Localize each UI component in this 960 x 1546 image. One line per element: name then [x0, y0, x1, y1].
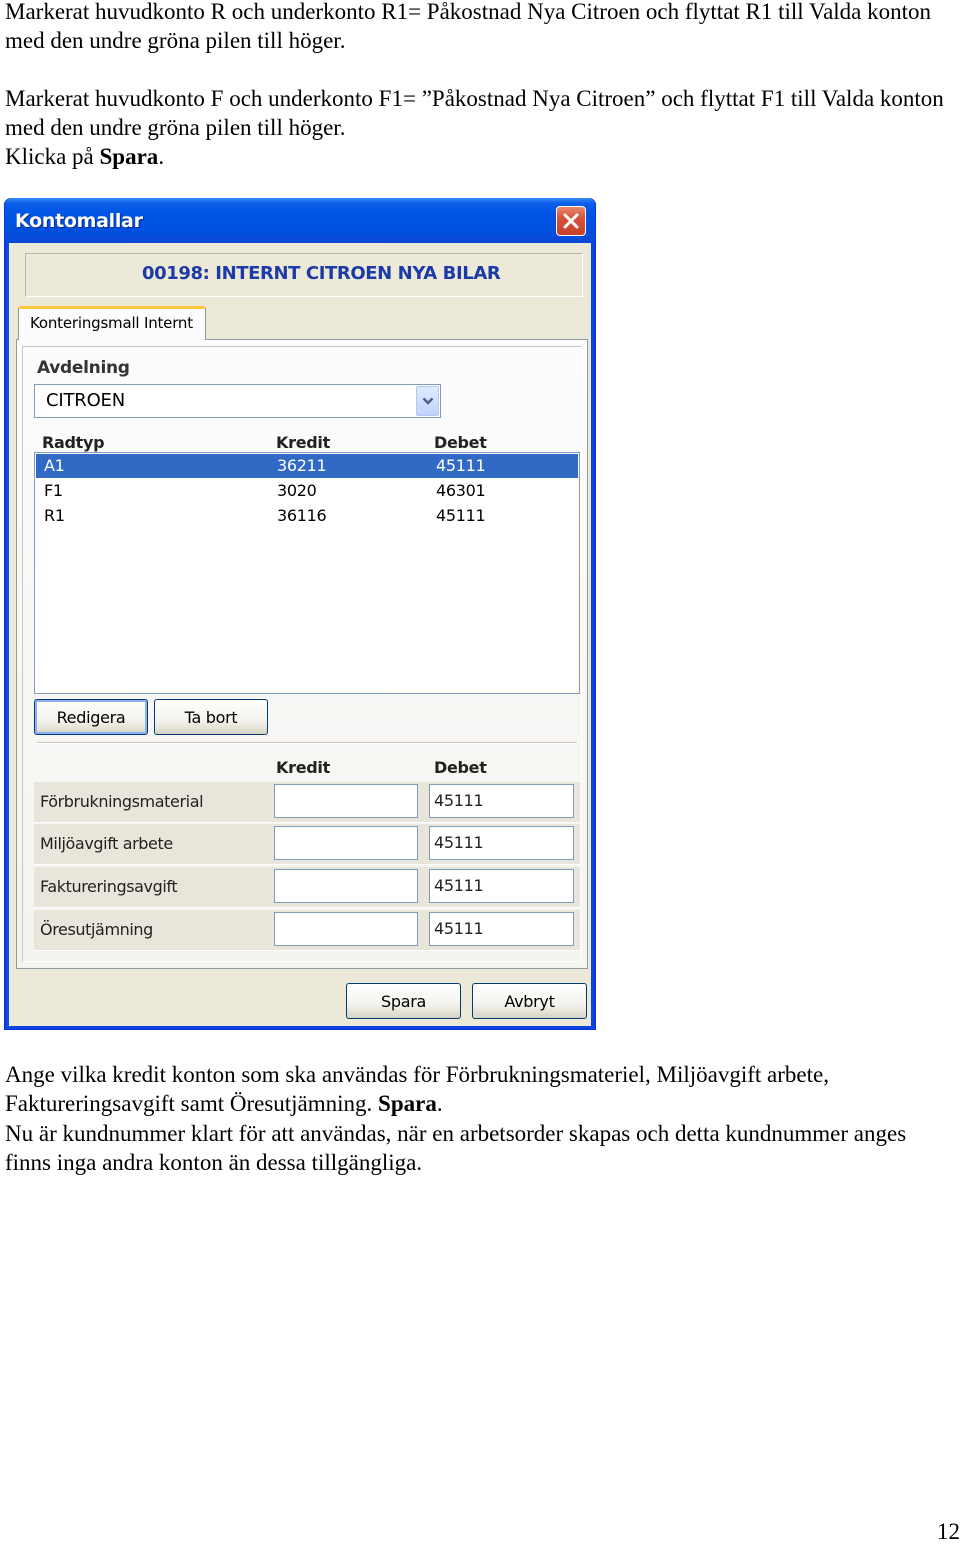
- spara-button[interactable]: Spara: [346, 983, 461, 1019]
- close-button[interactable]: [556, 206, 586, 236]
- debet-field[interactable]: 45111: [429, 784, 574, 818]
- account-row-forbrukningsmaterial: Förbrukningsmaterial 45111: [34, 782, 580, 823]
- row-debet: 45111: [436, 506, 486, 525]
- account-row-faktureringsavgift: Faktureringsavgift 45111: [34, 867, 580, 908]
- debet-field[interactable]: 45111: [429, 869, 574, 903]
- row-debet: 45111: [436, 456, 486, 475]
- account-row-miljoavgift: Miljöavgift arbete 45111: [34, 824, 580, 865]
- para4-suffix: .: [436, 1091, 443, 1116]
- row-radtyp: F1: [44, 481, 63, 500]
- ta-bort-button[interactable]: Ta bort: [154, 699, 268, 735]
- dropdown-button[interactable]: [416, 386, 439, 416]
- para3-suffix: .: [158, 144, 165, 169]
- account-label: Öresutjämning: [40, 920, 153, 939]
- row-debet: 46301: [436, 481, 486, 500]
- kredit-field[interactable]: [274, 784, 418, 818]
- debet-field[interactable]: 45111: [429, 826, 574, 860]
- account-row-oresutjamning: Öresutjämning 45111: [34, 910, 580, 951]
- kredit-field[interactable]: [274, 912, 418, 946]
- avbryt-button[interactable]: Avbryt: [472, 983, 587, 1019]
- col-header-kredit[interactable]: Kredit: [276, 433, 330, 452]
- row-radtyp: A1: [44, 456, 65, 475]
- dialog-client-area: 00198: INTERNT CITROEN NYA BILAR Konteri…: [9, 243, 591, 1026]
- section-divider: [37, 742, 577, 744]
- row-kredit: 36116: [277, 506, 327, 525]
- instruction-paragraph-2: Markerat huvudkonto F och underkonto F1=…: [5, 86, 944, 140]
- tab-panel: Avdelning CITROEN Radtyp Kredit Debet A1: [16, 339, 588, 969]
- account-label: Förbrukningsmaterial: [40, 792, 204, 811]
- para4-bold: Spara: [378, 1091, 437, 1116]
- kredit-field[interactable]: [274, 826, 418, 860]
- account-label: Miljöavgift arbete: [40, 834, 173, 853]
- acc-header-debet: Debet: [434, 758, 487, 777]
- avdelning-select[interactable]: CITROEN: [34, 384, 441, 418]
- close-icon: [563, 213, 579, 229]
- customer-header: 00198: INTERNT CITROEN NYA BILAR: [142, 263, 501, 284]
- dialog-button-bar: Spara Avbryt: [9, 981, 591, 1026]
- instruction-paragraph-5: Nu är kundnummer klart för att användas,…: [5, 1121, 907, 1175]
- redigera-button[interactable]: Redigera: [34, 699, 148, 735]
- para3-bold: Spara: [99, 144, 159, 169]
- instruction-paragraph-1: Markerat huvudkonto R och underkonto R1=…: [5, 0, 932, 53]
- kontomallar-dialog: Kontomallar 00198: INTERNT CITROEN NYA B…: [4, 198, 596, 1030]
- panel-group: Avdelning CITROEN Radtyp Kredit Debet A1: [22, 346, 582, 962]
- account-template-list[interactable]: A1 36211 45111 F1 3020 46301 R1 36116 45…: [34, 452, 580, 694]
- acc-header-kredit: Kredit: [276, 758, 330, 777]
- dialog-title-bar[interactable]: Kontomallar: [5, 198, 595, 243]
- avdelning-label: Avdelning: [37, 358, 130, 378]
- instruction-paragraph-4: Ange vilka kredit konton som ska använda…: [5, 1060, 955, 1118]
- list-row[interactable]: F1 3020 46301: [36, 479, 578, 503]
- para3-prefix: Klicka på: [5, 144, 100, 169]
- col-header-debet[interactable]: Debet: [434, 433, 487, 452]
- dialog-title: Kontomallar: [15, 210, 143, 232]
- debet-field[interactable]: 45111: [429, 912, 574, 946]
- list-row[interactable]: R1 36116 45111: [36, 504, 578, 528]
- row-kredit: 3020: [277, 481, 317, 500]
- instruction-paragraph-3: Klicka på Spara.: [5, 142, 955, 171]
- row-radtyp: R1: [44, 506, 65, 525]
- tab-konteringsmall-internt[interactable]: Konteringsmall Internt: [18, 306, 206, 340]
- tab-label: Konteringsmall Internt: [30, 314, 193, 332]
- chevron-down-icon: [422, 397, 433, 405]
- row-kredit: 36211: [277, 456, 327, 475]
- col-header-radtyp[interactable]: Radtyp: [42, 433, 105, 452]
- list-row[interactable]: A1 36211 45111: [36, 454, 578, 478]
- account-label: Faktureringsavgift: [40, 877, 178, 896]
- customer-header-box: 00198: INTERNT CITROEN NYA BILAR: [25, 253, 583, 297]
- kredit-field[interactable]: [274, 869, 418, 903]
- avdelning-value: CITROEN: [46, 390, 125, 411]
